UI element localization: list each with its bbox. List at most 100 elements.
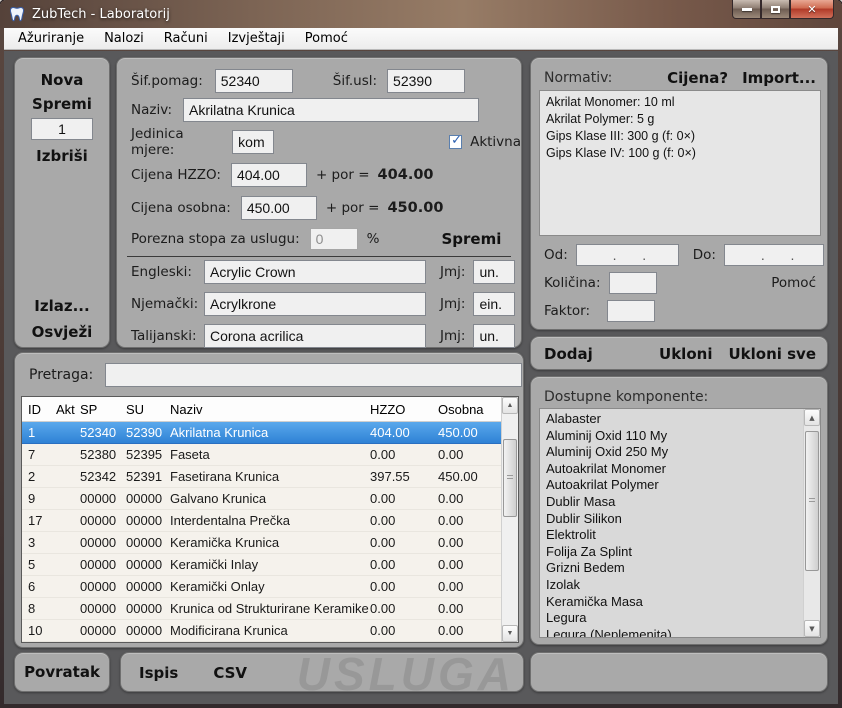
component-item[interactable]: Grizni Bedem (540, 560, 820, 577)
table-header[interactable]: IDAktSPSUNazivHZZOOsobna (22, 397, 518, 422)
footer-right-panel (530, 652, 828, 692)
menu-item-nalozi[interactable]: Nalozi (94, 29, 154, 48)
column-header-id[interactable]: ID (28, 402, 56, 417)
component-item[interactable]: Autoakrilat Monomer (540, 461, 820, 478)
engleski-field[interactable] (204, 260, 426, 284)
table-row[interactable]: 75238052395Faseta0.000.00 (22, 444, 518, 466)
component-item[interactable]: Dublir Silikon (540, 511, 820, 528)
import-button[interactable]: Import... (742, 69, 816, 87)
menu-item-pomo[interactable]: Pomoć (295, 29, 358, 48)
do-date-field[interactable] (724, 244, 824, 266)
menu-item-auriranje[interactable]: Ažuriranje (8, 29, 94, 48)
faktor-field[interactable] (607, 300, 655, 322)
njemacki-field[interactable] (204, 292, 426, 316)
jedinica-mjere-field[interactable] (232, 130, 274, 154)
components-list[interactable]: AlabasterAluminij Oxid 110 MyAluminij Ox… (539, 408, 821, 638)
component-item[interactable]: Dublir Masa (540, 494, 820, 511)
table-row[interactable]: 100000000000Modificirana Krunica0.000.00 (22, 620, 518, 642)
components-scrollbar[interactable]: ▲ ▼ (803, 409, 820, 637)
csv-button[interactable]: CSV (213, 664, 247, 682)
osvjezi-button[interactable]: Osvježi (15, 323, 109, 341)
component-item[interactable]: Aluminij Oxid 250 My (540, 444, 820, 461)
table-row[interactable]: 170000000000Interdentalna Prečka0.000.00 (22, 510, 518, 532)
title-bar[interactable]: ZubTech - Laboratorij ✕ (0, 0, 842, 28)
talijanski-field[interactable] (204, 324, 426, 348)
cijena-button[interactable]: Cijena? (667, 69, 728, 87)
component-item[interactable]: Folija Za Splint (540, 544, 820, 561)
form-spremi-button[interactable]: Spremi (441, 230, 501, 248)
spremi-button[interactable]: Spremi (15, 95, 109, 113)
table-row[interactable]: 60000000000Keramički Onlay0.000.00 (22, 576, 518, 598)
cell-su: 52390 (126, 425, 170, 440)
izlaz-button[interactable]: Izlaz... (15, 297, 109, 315)
table-row[interactable]: 90000000000Galvano Krunica0.000.00 (22, 488, 518, 510)
povratak-button[interactable]: Povratak (15, 663, 109, 681)
ukloni-sve-button[interactable]: Ukloni sve (728, 345, 816, 363)
naziv-field[interactable] (183, 98, 479, 122)
njemacki-label: Njemački: (131, 296, 204, 312)
column-header-naziv[interactable]: Naziv (170, 402, 370, 417)
normativ-item[interactable]: Akrilat Monomer: 10 ml (540, 94, 820, 111)
component-item[interactable]: Autoakrilat Polymer (540, 477, 820, 494)
scroll-up-icon[interactable]: ▲ (502, 397, 518, 414)
porezna-stopa-field[interactable] (310, 228, 358, 250)
nova-button[interactable]: Nova (15, 71, 109, 89)
pomoc-button[interactable]: Pomoć (771, 275, 816, 291)
component-item[interactable]: Izolak (540, 577, 820, 594)
component-item[interactable]: Keramička Masa (540, 594, 820, 611)
cell-osobna: 450.00 (438, 469, 498, 484)
column-header-hzzo[interactable]: HZZO (370, 402, 438, 417)
pretraga-input[interactable] (105, 363, 522, 387)
table-row[interactable]: 25234252391Fasetirana Krunica397.55450.0… (22, 466, 518, 488)
component-item[interactable]: Elektrolit (540, 527, 820, 544)
ukloni-button[interactable]: Ukloni (659, 345, 712, 363)
menu-item-rauni[interactable]: Računi (154, 29, 218, 48)
record-counter-field[interactable] (31, 118, 93, 140)
table-row[interactable]: 15234052390Akrilatna Krunica404.00450.00 (22, 422, 518, 444)
dodaj-button[interactable]: Dodaj (544, 345, 593, 363)
column-header-sp[interactable]: SP (80, 402, 126, 417)
cell-naziv: Krunica od Strukturirane Keramike (170, 601, 370, 616)
izbrisi-button[interactable]: Izbriši (15, 147, 109, 165)
od-date-field[interactable] (576, 244, 679, 266)
table-row[interactable]: 80000000000Krunica od Strukturirane Kera… (22, 598, 518, 620)
normativ-item[interactable]: Akrilat Polymer: 5 g (540, 111, 820, 128)
jmj-field-de[interactable] (473, 292, 515, 316)
minimize-button[interactable] (732, 0, 761, 19)
cell-osobna: 0.00 (438, 447, 498, 462)
cell-sp: 00000 (80, 623, 126, 638)
kolicina-field[interactable] (609, 272, 657, 294)
cell-sp: 52380 (80, 447, 126, 462)
column-header-su[interactable]: SU (126, 402, 170, 417)
normativ-item[interactable]: Gips Klase III: 300 g (f: 0×) (540, 128, 820, 145)
aktivna-checkbox[interactable]: ✓ (449, 135, 462, 149)
table-row[interactable]: 50000000000Keramički Inlay0.000.00 (22, 554, 518, 576)
maximize-button[interactable] (761, 0, 790, 19)
cijena-osobna-field[interactable] (241, 196, 317, 220)
component-item[interactable]: Legura (Neplemenita) (540, 627, 820, 638)
table-scroll-thumb[interactable] (503, 439, 517, 517)
sif-usl-field[interactable] (387, 69, 465, 93)
ispis-button[interactable]: Ispis (139, 664, 178, 682)
jmj-field-en[interactable] (473, 260, 515, 284)
component-item[interactable]: Aluminij Oxid 110 My (540, 428, 820, 445)
component-item[interactable]: Alabaster (540, 411, 820, 428)
sif-pomag-field[interactable] (215, 69, 293, 93)
column-header-akt[interactable]: Akt (56, 402, 80, 417)
table-row[interactable]: 30000000000Keramička Krunica0.000.00 (22, 532, 518, 554)
comp-scroll-up-icon[interactable]: ▲ (804, 409, 820, 426)
window-controls: ✕ (732, 0, 834, 19)
scroll-down-icon[interactable]: ▼ (502, 625, 518, 642)
cijena-hzzo-field[interactable] (231, 163, 307, 187)
comp-scroll-down-icon[interactable]: ▼ (804, 620, 820, 637)
normativ-item[interactable]: Gips Klase IV: 100 g (f: 0×) (540, 145, 820, 162)
jmj-field-it[interactable] (473, 324, 515, 348)
cell-sp: 00000 (80, 491, 126, 506)
component-item[interactable]: Legura (540, 610, 820, 627)
normativ-list[interactable]: Akrilat Monomer: 10 mlAkrilat Polymer: 5… (539, 90, 821, 236)
column-header-osobna[interactable]: Osobna (438, 402, 498, 417)
close-button[interactable]: ✕ (790, 0, 834, 19)
table-scrollbar[interactable]: ▲ ▼ (501, 397, 518, 642)
components-scroll-thumb[interactable] (805, 431, 819, 571)
menu-item-izvjetaji[interactable]: Izvještaji (218, 29, 295, 48)
